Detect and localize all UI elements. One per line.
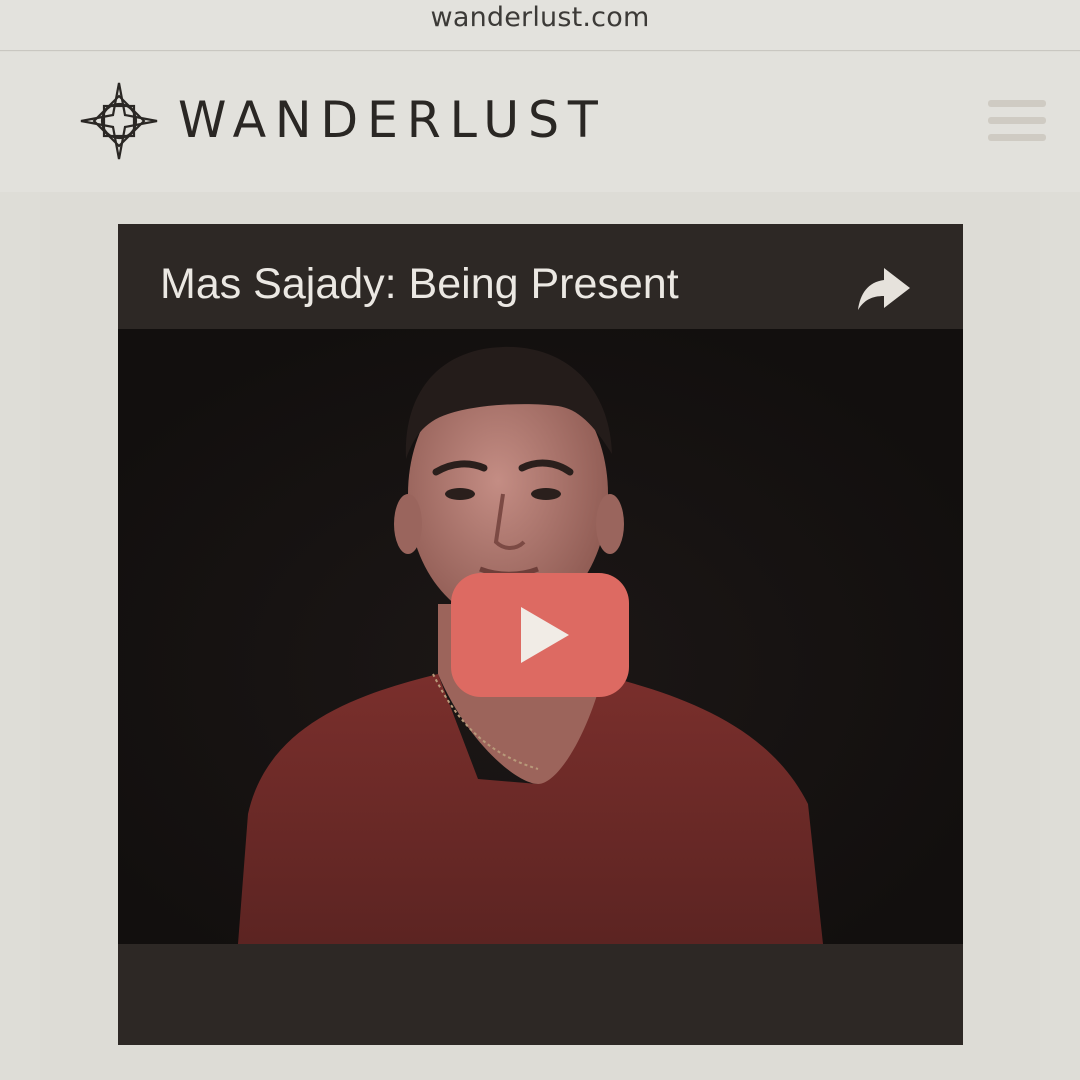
person-eye-left: [445, 488, 475, 500]
page: wanderlust.com WANDERLUST Mas Sajady: Be…: [0, 0, 1080, 1080]
site-header: WANDERLUST: [0, 52, 1080, 192]
menu-bar-top: [988, 100, 1046, 107]
youtube-play-icon[interactable]: [451, 573, 629, 697]
video-embed[interactable]: Mas Sajady: Being Present: [118, 224, 963, 1045]
video-title[interactable]: Mas Sajady: Being Present: [160, 258, 679, 310]
brand-wordmark[interactable]: WANDERLUST: [178, 88, 607, 152]
url-text[interactable]: wanderlust.com: [0, 0, 1080, 36]
person-ear-right: [596, 494, 624, 554]
person-ear-left: [394, 494, 422, 554]
menu-bar-bottom: [988, 134, 1046, 141]
menu-bar-middle: [988, 117, 1046, 124]
share-arrow-icon[interactable]: [854, 264, 914, 314]
compass-star-icon[interactable]: [80, 82, 158, 160]
person-eye-right: [531, 488, 561, 500]
hamburger-menu-icon[interactable]: [988, 98, 1046, 144]
browser-address-bar[interactable]: wanderlust.com: [0, 0, 1080, 51]
